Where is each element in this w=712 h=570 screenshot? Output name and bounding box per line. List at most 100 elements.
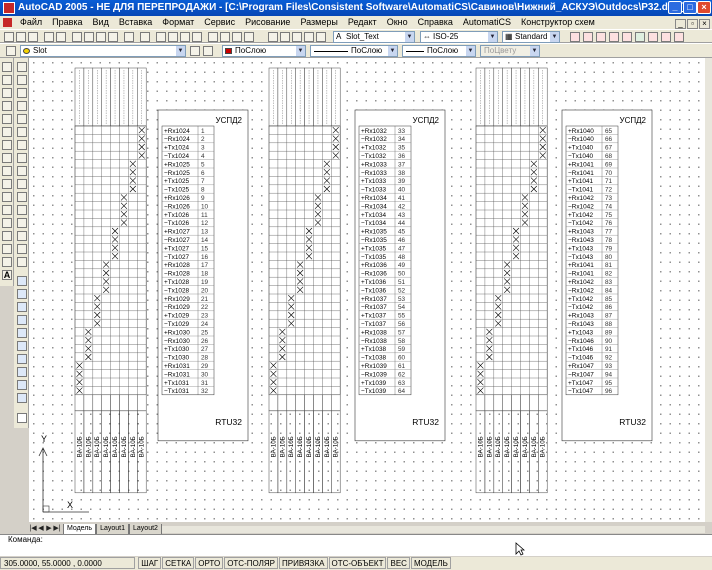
doc-minimize-icon[interactable]: _ <box>675 19 686 29</box>
chevron-down-icon[interactable]: ▼ <box>405 32 414 42</box>
chevron-down-icon[interactable]: ▼ <box>296 46 305 56</box>
chamfer-icon[interactable] <box>17 231 27 241</box>
menu-draw[interactable]: Рисование <box>240 16 295 29</box>
undo-icon[interactable] <box>124 32 134 42</box>
ellipse-icon[interactable] <box>2 179 12 189</box>
ac-blue-tool-8-icon[interactable] <box>17 367 27 377</box>
preview-icon[interactable] <box>56 32 66 42</box>
copy-icon[interactable] <box>84 32 94 42</box>
hatch-icon[interactable] <box>2 231 12 241</box>
ac-tool-2-icon[interactable] <box>280 32 290 42</box>
status-grid[interactable]: СЕТКА <box>162 557 195 569</box>
cut-icon[interactable] <box>72 32 82 42</box>
insert-block-icon[interactable] <box>2 192 12 202</box>
table-style-select[interactable]: ▦ Standard ▼ <box>502 31 560 43</box>
polyline-icon[interactable] <box>2 88 12 98</box>
status-model[interactable]: МОДЕЛЬ <box>410 557 451 569</box>
ac-blue-tool-7-icon[interactable] <box>17 354 27 364</box>
designcenter-icon[interactable] <box>220 32 230 42</box>
horizontal-scrollbar[interactable] <box>160 526 705 533</box>
open-file-icon[interactable] <box>16 32 26 42</box>
spline-icon[interactable] <box>2 166 12 176</box>
menu-automatics[interactable]: AutomatiCS <box>458 16 516 29</box>
status-polar[interactable]: ОТС-ПОЛЯР <box>224 557 278 569</box>
ac-red-tool-4-icon[interactable] <box>609 32 619 42</box>
drawing-canvas[interactable]: ВА-10Б ВА-10Б ВА-10Б ВА-10Б ВА-10Б ВА-10Б ВА-1… <box>29 58 705 522</box>
status-otrack[interactable]: ОТС-ОБЪЕКТ <box>328 557 387 569</box>
ac-red-tool-6-icon[interactable] <box>648 32 658 42</box>
menu-file[interactable]: Файл <box>15 16 47 29</box>
join-icon[interactable] <box>17 218 27 228</box>
rectangle-icon[interactable] <box>2 114 12 124</box>
status-lineweight[interactable]: ВЕС <box>387 557 410 569</box>
menu-modify[interactable]: Редакт <box>343 16 382 29</box>
chevron-down-icon[interactable]: ▼ <box>388 46 397 56</box>
mtext-icon[interactable]: A <box>2 270 12 280</box>
fillet-icon[interactable] <box>17 244 27 254</box>
status-osnap[interactable]: ПРИВЯЗКА <box>278 557 328 569</box>
maximize-icon[interactable]: □ <box>683 1 697 14</box>
extend-icon[interactable] <box>17 192 27 202</box>
doc-close-icon[interactable]: × <box>699 19 710 29</box>
chevron-down-icon[interactable]: ▼ <box>466 46 475 56</box>
next-tab-icon[interactable]: ▶ <box>45 524 53 534</box>
erase-icon[interactable] <box>17 62 27 72</box>
properties-icon[interactable] <box>208 32 218 42</box>
ac-red-tool-8-icon[interactable] <box>674 32 684 42</box>
prev-tab-icon[interactable]: ◀ <box>37 524 45 534</box>
ac-blue-tool-1-icon[interactable] <box>17 276 27 286</box>
menu-dimension[interactable]: Размеры <box>295 16 342 29</box>
ac-tool-1-icon[interactable] <box>268 32 278 42</box>
ac-tool-5-icon[interactable] <box>316 32 326 42</box>
menu-schema-designer[interactable]: Конструктор схем <box>516 16 600 29</box>
circle-icon[interactable] <box>2 140 12 150</box>
chevron-down-icon[interactable]: ▼ <box>488 32 497 42</box>
ac-wiring-tool-icon[interactable] <box>17 413 27 423</box>
mirror-icon[interactable] <box>17 88 27 98</box>
help-icon[interactable] <box>244 32 254 42</box>
ac-blue-tool-5-icon[interactable] <box>17 328 27 338</box>
menu-insert[interactable]: Вставка <box>114 16 157 29</box>
ac-red-tool-3-icon[interactable] <box>596 32 606 42</box>
status-ortho[interactable]: ОРТО <box>195 557 224 569</box>
text-style-select[interactable]: A Slot_Text ▼ <box>333 31 415 43</box>
copy-object-icon[interactable] <box>17 75 27 85</box>
zoom-window-icon[interactable] <box>180 32 190 42</box>
vertical-scrollbar[interactable] <box>705 58 712 522</box>
ac-red-tool-7-icon[interactable] <box>661 32 671 42</box>
ac-blue-tool-6-icon[interactable] <box>17 341 27 351</box>
ac-blue-tool-2-icon[interactable] <box>17 289 27 299</box>
ac-blue-tool-4-icon[interactable] <box>17 315 27 325</box>
scale-icon[interactable] <box>17 153 27 163</box>
zoom-previous-icon[interactable] <box>192 32 202 42</box>
save-icon[interactable] <box>28 32 38 42</box>
stretch-icon[interactable] <box>17 166 27 176</box>
revcloud-icon[interactable] <box>2 153 12 163</box>
lineweight-select[interactable]: ПоСлою ▼ <box>402 45 476 57</box>
polygon-icon[interactable] <box>2 101 12 111</box>
offset-icon[interactable] <box>17 101 27 111</box>
arc-icon[interactable] <box>2 127 12 137</box>
menu-edit[interactable]: Правка <box>47 16 87 29</box>
close-icon[interactable]: × <box>697 1 711 14</box>
menu-tools[interactable]: Сервис <box>199 16 240 29</box>
ac-red-tool-1-icon[interactable] <box>570 32 580 42</box>
chevron-down-icon[interactable]: ▼ <box>176 46 185 56</box>
ac-tool-4-icon[interactable] <box>304 32 314 42</box>
layer-manager-icon[interactable] <box>6 46 16 56</box>
doc-restore-icon[interactable]: ▫ <box>687 19 698 29</box>
layer-select[interactable]: Slot ▼ <box>20 45 186 57</box>
document-icon[interactable] <box>3 18 12 27</box>
point-icon[interactable] <box>2 218 12 228</box>
tool-palettes-icon[interactable] <box>232 32 242 42</box>
color-select[interactable]: ПоСлою ▼ <box>222 45 306 57</box>
plot-icon[interactable] <box>44 32 54 42</box>
trim-icon[interactable] <box>17 179 27 189</box>
menu-view[interactable]: Вид <box>88 16 114 29</box>
rotate-icon[interactable] <box>17 140 27 150</box>
ac-blue-tool-10-icon[interactable] <box>17 393 27 403</box>
match-properties-icon[interactable] <box>108 32 118 42</box>
explode-icon[interactable] <box>17 257 27 267</box>
make-layer-current-icon[interactable] <box>190 46 200 56</box>
move-icon[interactable] <box>17 127 27 137</box>
